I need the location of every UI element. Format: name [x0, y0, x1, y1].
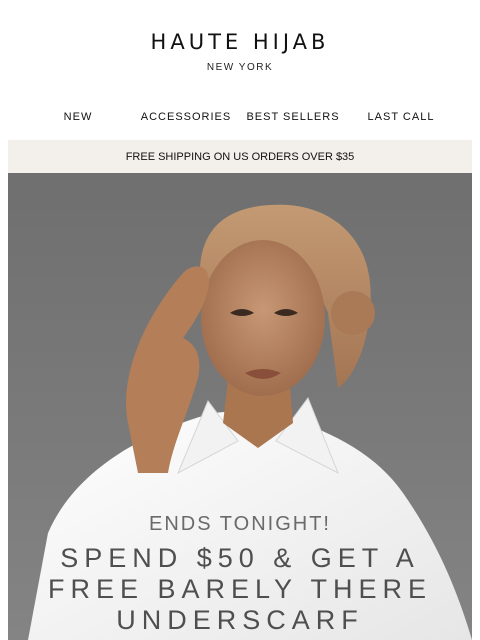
nav-item-last-call[interactable]: LAST CALL [368, 111, 435, 123]
hero-banner[interactable]: ENDS TONIGHT! SPEND $50 & GET A FREE BAR… [8, 173, 472, 640]
nav-item-accessories[interactable]: ACCESSORIES [141, 111, 231, 123]
shipping-banner-text: FREE SHIPPING ON US ORDERS OVER $35 [125, 150, 355, 163]
nav-item-new[interactable]: NEW [64, 111, 93, 123]
brand-location: NEW YORK [206, 62, 274, 73]
headline-line: SPEND $50 & GET A [60, 543, 420, 573]
hero-headline: SPEND $50 & GET A FREE BARELY THERE UNDE… [8, 543, 472, 636]
logo-block[interactable]: HAUTE HIJAB NEW YORK [0, 28, 480, 73]
cap-knot [331, 291, 375, 335]
nav-item-best-sellers[interactable]: BEST SELLERS [246, 111, 339, 123]
headline-line: FREE BARELY THERE [47, 574, 433, 604]
brand-logo[interactable]: HAUTE HIJAB [0, 28, 480, 56]
shipping-banner[interactable]: FREE SHIPPING ON US ORDERS OVER $35 [8, 140, 472, 173]
hero-kicker: ENDS TONIGHT! [149, 513, 331, 535]
main-nav: NEW ACCESSORIES BEST SELLERS LAST CALL [0, 111, 480, 127]
headline-line: UNDERSCARF [116, 605, 364, 635]
